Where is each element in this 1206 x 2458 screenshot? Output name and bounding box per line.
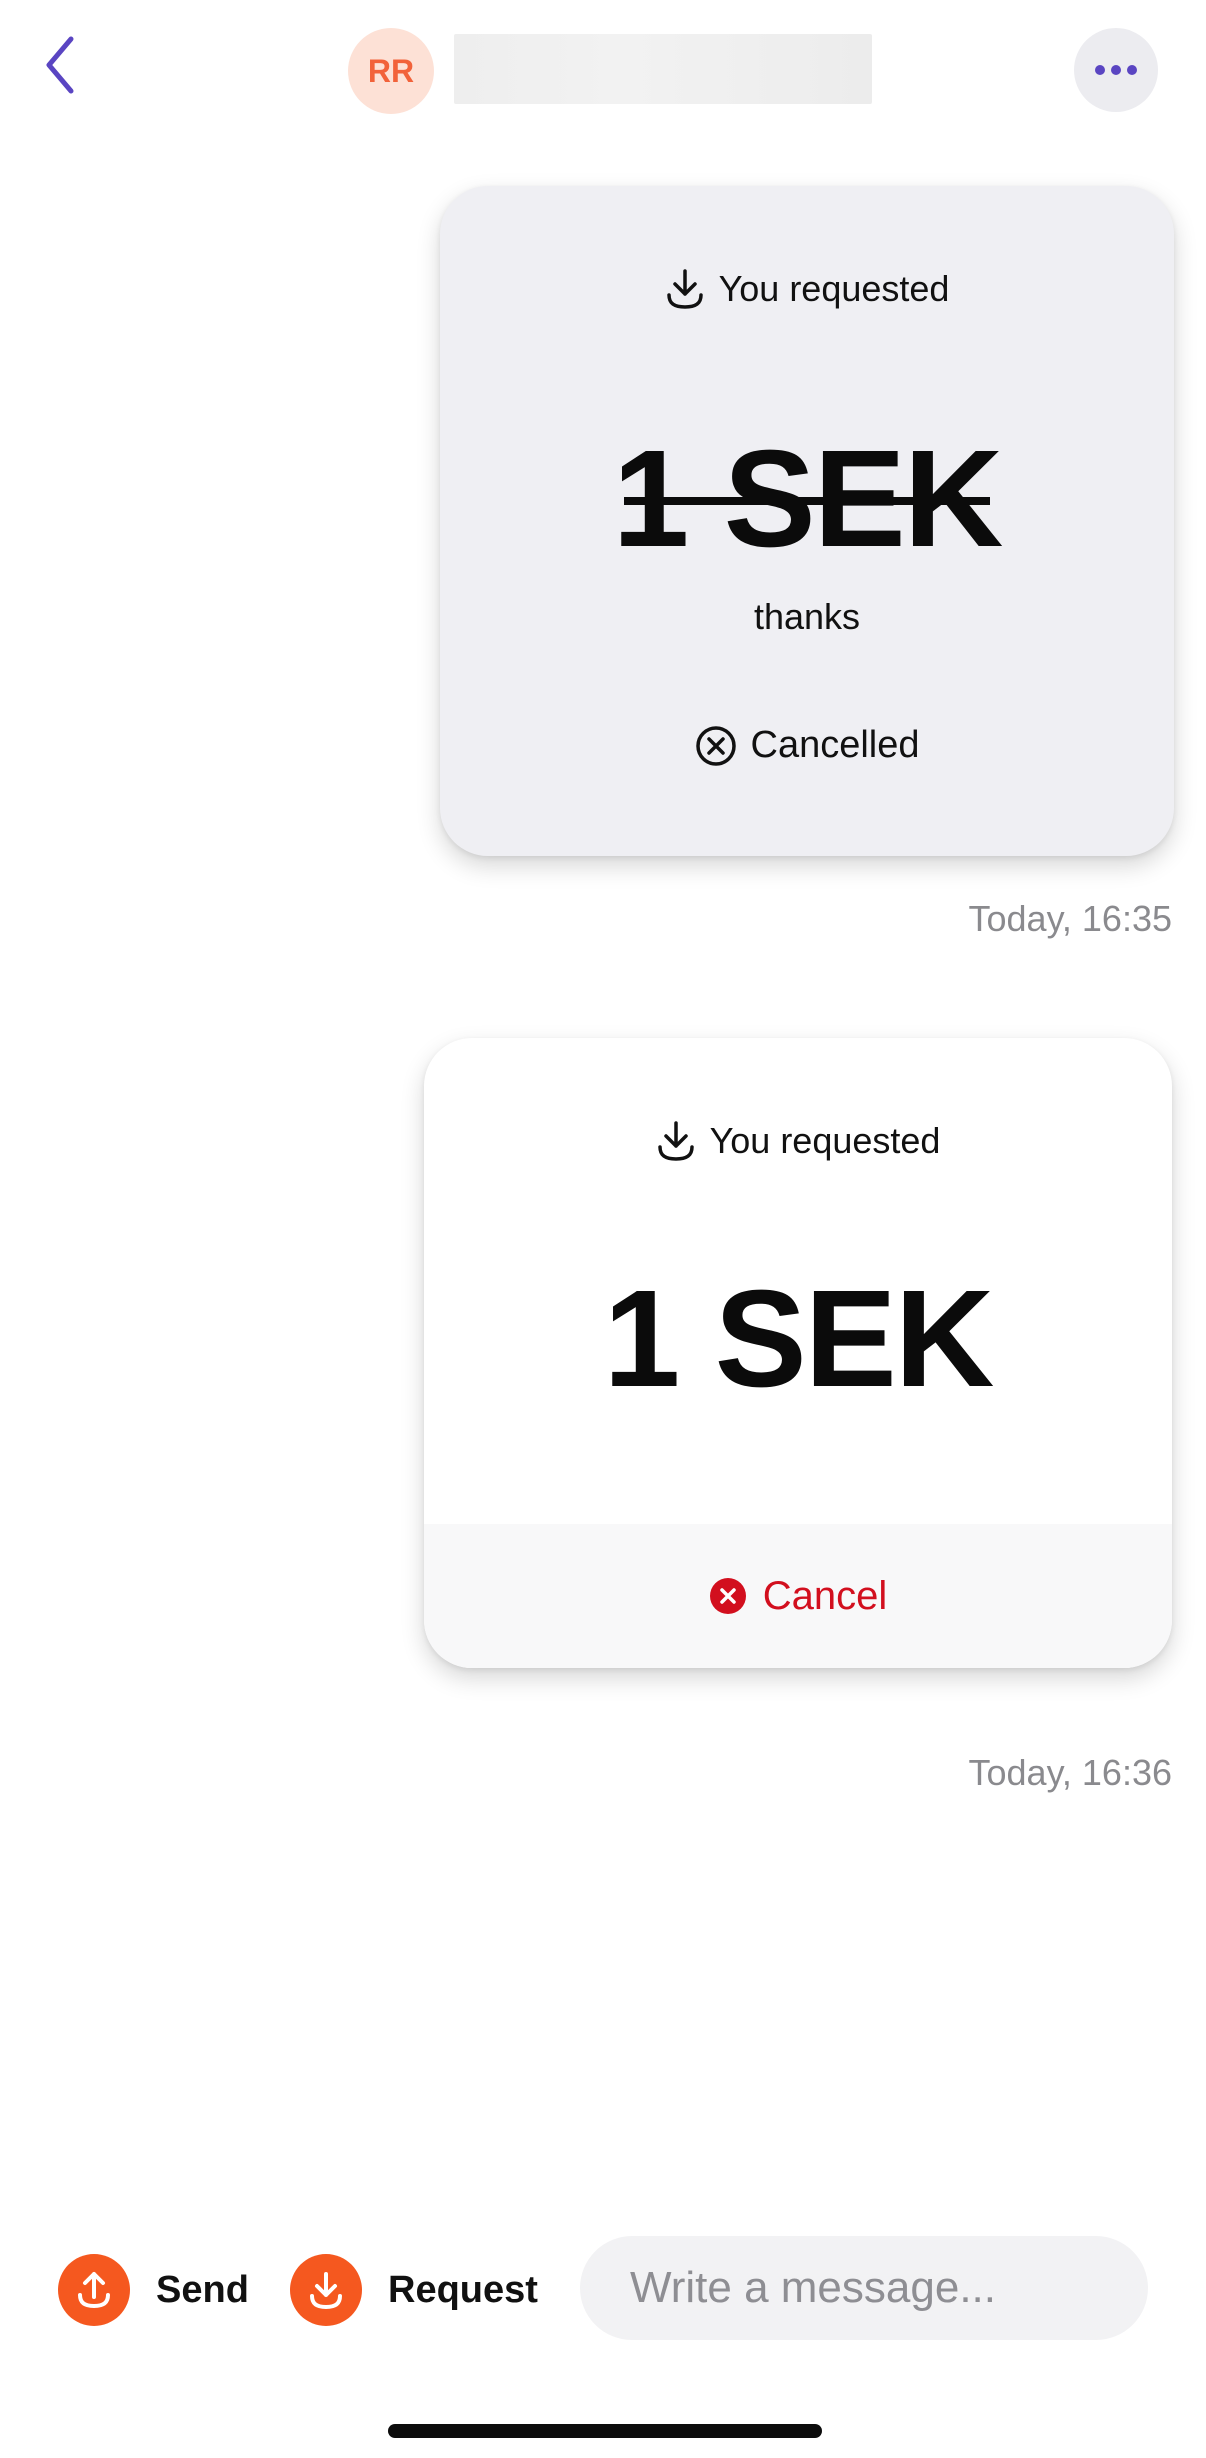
request-type-label: You requested: [718, 268, 950, 309]
message-timestamp: Today, 16:35: [968, 898, 1172, 939]
request-money-button[interactable]: Request: [290, 2254, 538, 2326]
x-circle-icon: [695, 725, 736, 766]
x-circle-filled-icon: [709, 1578, 746, 1614]
send-money-button[interactable]: Send: [58, 2254, 249, 2326]
payment-request-card-cancelled[interactable]: You requested 1 SEK thanks Cancelled: [440, 186, 1174, 856]
strikethrough-line: [624, 497, 990, 505]
request-label: Request: [388, 2268, 538, 2311]
cancel-request-button[interactable]: Cancel: [424, 1524, 1172, 1668]
download-icon: [657, 1121, 694, 1161]
request-type-row: You requested: [440, 268, 1174, 310]
contact-name-redacted: [454, 34, 872, 104]
send-label: Send: [156, 2268, 249, 2311]
upload-circle-icon: [58, 2254, 130, 2326]
message-timestamp: Today, 16:36: [968, 1752, 1172, 1793]
cancel-label: Cancel: [762, 1573, 888, 1618]
request-amount: 1 SEK: [603, 1262, 995, 1416]
back-button[interactable]: [36, 30, 86, 100]
status-badge: Cancelled: [440, 724, 1174, 767]
request-type-label: You requested: [709, 1120, 941, 1161]
avatar[interactable]: RR: [348, 28, 434, 114]
request-type-row: You requested: [424, 1120, 1172, 1162]
download-icon: [666, 269, 703, 309]
chevron-left-icon: [46, 36, 74, 94]
download-circle-icon: [290, 2254, 362, 2326]
payment-request-card-active[interactable]: You requested 1 SEK Cancel: [424, 1038, 1172, 1668]
more-horizontal-icon: [1095, 65, 1105, 75]
request-note: thanks: [753, 596, 861, 637]
home-indicator[interactable]: [388, 2424, 822, 2438]
message-input[interactable]: [580, 2236, 1148, 2340]
more-options-button[interactable]: [1074, 28, 1158, 112]
status-label: Cancelled: [750, 724, 920, 766]
